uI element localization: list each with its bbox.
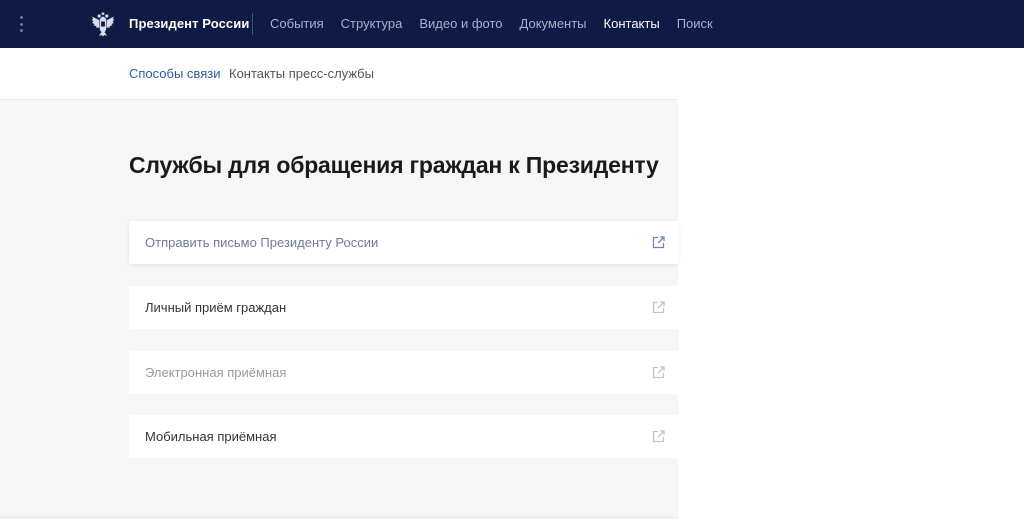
nav-item-documents[interactable]: Документы — [520, 16, 587, 31]
external-link-icon — [652, 430, 665, 443]
content-bottom-divider — [0, 517, 678, 518]
service-electronic-reception[interactable]: Электронная приёмная — [129, 351, 678, 394]
nav-item-search[interactable]: Поиск — [677, 16, 713, 31]
top-navigation-bar: Президент России События Структура Видео… — [0, 0, 1024, 48]
external-link-icon — [652, 236, 665, 249]
subnav-contact-methods[interactable]: Способы связи — [129, 66, 220, 81]
service-personal-reception[interactable]: Личный приём граждан — [129, 286, 678, 329]
page-title: Службы для обращения граждан к Президент… — [129, 152, 659, 178]
service-label: Личный приём граждан — [145, 300, 287, 315]
external-link-icon — [652, 366, 665, 379]
menu-icon[interactable] — [19, 16, 23, 32]
subnav-press-contacts[interactable]: Контакты пресс-службы — [229, 66, 374, 81]
service-label: Отправить письмо Президенту России — [145, 235, 379, 250]
service-label: Мобильная приёмная — [145, 429, 277, 444]
sub-navigation: Способы связи Контакты пресс-службы — [0, 48, 1024, 99]
nav-item-contacts[interactable]: Контакты — [604, 16, 660, 31]
main-content: Службы для обращения граждан к Президент… — [0, 99, 678, 519]
site-brand-link[interactable]: Президент России — [129, 16, 249, 31]
nav-item-video-photo[interactable]: Видео и фото — [419, 16, 502, 31]
nav-divider — [252, 13, 253, 35]
service-label: Электронная приёмная — [145, 365, 287, 380]
emblem-icon[interactable] — [90, 11, 116, 37]
main-nav: События Структура Видео и фото Документы… — [270, 16, 713, 31]
nav-item-structure[interactable]: Структура — [341, 16, 403, 31]
service-send-letter[interactable]: Отправить письмо Президенту России — [129, 221, 678, 264]
external-link-icon — [652, 301, 665, 314]
service-mobile-reception[interactable]: Мобильная приёмная — [129, 415, 678, 458]
nav-item-events[interactable]: События — [270, 16, 324, 31]
